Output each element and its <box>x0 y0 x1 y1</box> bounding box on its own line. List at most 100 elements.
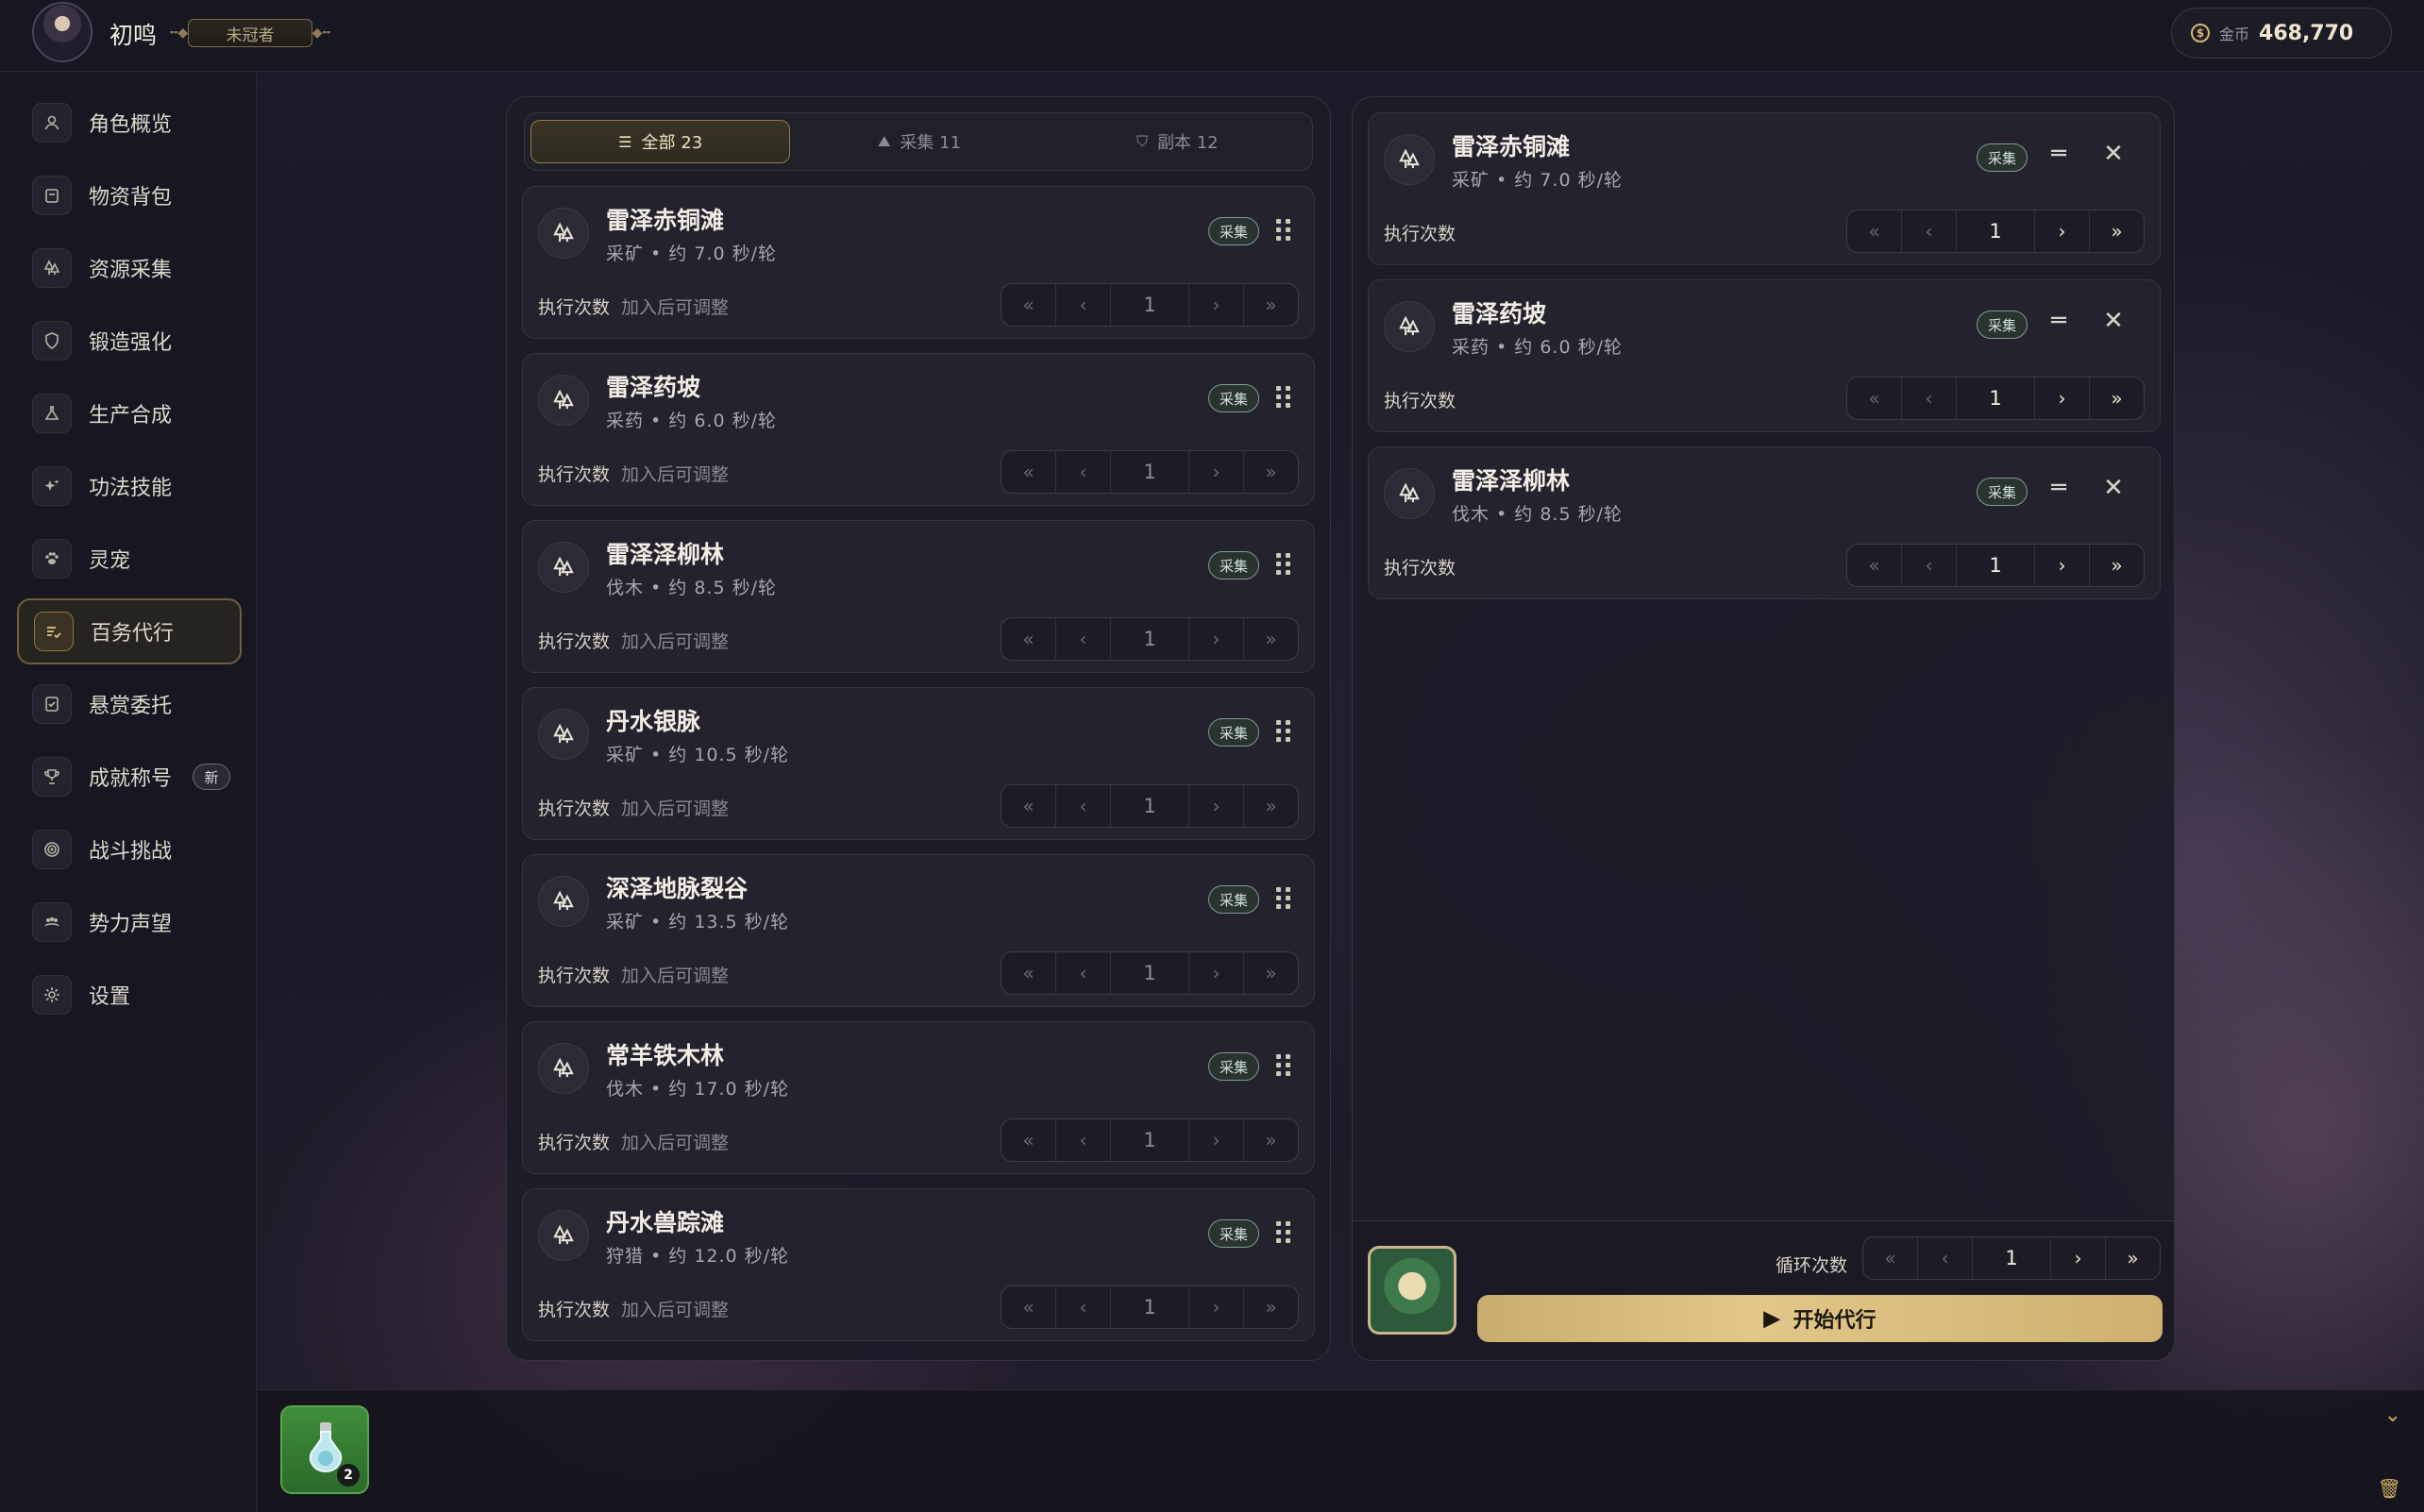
start-agency-button[interactable]: ▶ 开始代行 <box>1477 1295 2163 1342</box>
sidebar-item-battle[interactable]: 战斗挑战 <box>17 816 242 882</box>
close-icon[interactable]: ✕ <box>2099 140 2128 168</box>
player-avatar[interactable] <box>32 2 93 62</box>
increment-button[interactable]: › <box>2034 210 2089 252</box>
increment-button[interactable]: › <box>2034 545 2089 586</box>
drag-handle-icon[interactable] <box>1276 887 1291 910</box>
increment-button[interactable]: › <box>1188 1286 1243 1328</box>
count-value[interactable]: 1 <box>1957 220 2034 243</box>
drag-handle-icon[interactable] <box>1276 1221 1291 1244</box>
increment-button[interactable]: › <box>1188 785 1243 827</box>
count-value[interactable]: 1 <box>1111 294 1188 316</box>
sidebar-item-crafting[interactable]: 生产合成 <box>17 380 242 446</box>
drag-handle-icon[interactable] <box>1276 1054 1291 1077</box>
first-page-button[interactable]: « <box>1863 1237 1918 1279</box>
max-button[interactable]: » <box>1243 451 1298 493</box>
increment-button[interactable]: › <box>2034 378 2089 419</box>
sidebar-item-pets[interactable]: 灵宠 <box>17 526 242 592</box>
first-button[interactable]: « <box>1002 952 1056 994</box>
count-value[interactable]: 1 <box>1957 387 2034 410</box>
sidebar-item-gathering[interactable]: 资源采集 <box>17 235 242 301</box>
sidebar-item-reputation[interactable]: 势力声望 <box>17 889 242 955</box>
first-button[interactable]: « <box>1002 1119 1056 1161</box>
decrement-button[interactable]: ‹ <box>1056 618 1111 660</box>
first-button[interactable]: « <box>1847 378 1902 419</box>
sidebar-item-backpack[interactable]: 物资背包 <box>17 162 242 228</box>
increment-button[interactable]: › <box>1188 1119 1243 1161</box>
max-button[interactable]: » <box>1243 1119 1298 1161</box>
max-button[interactable]: » <box>1243 952 1298 994</box>
first-button[interactable]: « <box>1002 618 1056 660</box>
max-button[interactable]: » <box>1243 284 1298 326</box>
decrement-button[interactable]: ‹ <box>1902 210 1957 252</box>
count-value[interactable]: 1 <box>1111 628 1188 650</box>
pet-avatar[interactable] <box>1368 1246 1456 1335</box>
task-card[interactable]: 雷泽药坡 采药 • 约 6.0 秒/轮 采集 执行次数 加入后可调整 « ‹ 1… <box>522 353 1315 506</box>
increment-button[interactable]: › <box>1188 952 1243 994</box>
max-button[interactable]: » <box>2089 545 2144 586</box>
count-value[interactable]: 1 <box>1111 1129 1188 1151</box>
decrement-button[interactable]: ‹ <box>1056 785 1111 827</box>
drag-handle-icon[interactable] <box>1276 720 1291 743</box>
count-value[interactable]: 1 <box>1111 795 1188 817</box>
first-button[interactable]: « <box>1002 1286 1056 1328</box>
drag-handle-icon[interactable] <box>1276 219 1291 242</box>
sidebar-item-settings[interactable]: 设置 <box>17 962 242 1028</box>
tab-dungeon[interactable]: ⛉ 副本 12 <box>1049 120 1306 163</box>
decrement-button[interactable]: ‹ <box>1056 451 1111 493</box>
count-value[interactable]: 1 <box>1111 1296 1188 1319</box>
decrement-button[interactable]: ‹ <box>1056 1119 1111 1161</box>
task-card[interactable]: 丹水兽踪滩 狩猎 • 约 12.0 秒/轮 采集 执行次数 加入后可调整 « ‹… <box>522 1188 1315 1341</box>
decrement-button[interactable]: ‹ <box>1056 284 1111 326</box>
first-button[interactable]: « <box>1002 451 1056 493</box>
max-button[interactable]: » <box>2089 210 2144 252</box>
title-plaque[interactable]: ╍◆ 未冠者 ◆╍ <box>170 17 330 49</box>
decrement-button[interactable]: ‹ <box>1902 378 1957 419</box>
trash-icon[interactable]: 🗑 <box>2378 1477 2401 1500</box>
drag-handle-icon[interactable] <box>1276 553 1291 576</box>
first-button[interactable]: « <box>1847 545 1902 586</box>
decrement-button[interactable]: ‹ <box>1056 952 1111 994</box>
max-button[interactable]: » <box>2105 1237 2160 1279</box>
task-card[interactable]: 雷泽赤铜滩 采矿 • 约 7.0 秒/轮 采集 执行次数 加入后可调整 « ‹ … <box>522 186 1315 339</box>
count-value[interactable]: 1 <box>1111 461 1188 483</box>
chevron-down-icon[interactable]: ⌄ <box>2384 1403 2401 1427</box>
first-button[interactable]: « <box>1002 785 1056 827</box>
task-card[interactable]: 深泽地脉裂谷 采矿 • 约 13.5 秒/轮 采集 执行次数 加入后可调整 « … <box>522 854 1315 1007</box>
first-button[interactable]: « <box>1002 284 1056 326</box>
queue-card[interactable]: 雷泽泽柳林 伐木 • 约 8.5 秒/轮 采集 ═ ✕ 执行次数 « ‹ 1 ›… <box>1368 446 2161 599</box>
reorder-icon[interactable]: ═ <box>2045 307 2073 335</box>
tab-all[interactable]: ☰ 全部 23 <box>530 120 791 163</box>
sidebar-item-forging[interactable]: 锻造强化 <box>17 308 242 374</box>
decrement-button[interactable]: ‹ <box>1056 1286 1111 1328</box>
task-card[interactable]: 常羊铁木林 伐木 • 约 17.0 秒/轮 采集 执行次数 加入后可调整 « ‹… <box>522 1021 1315 1174</box>
count-value[interactable]: 1 <box>1957 554 2034 577</box>
max-button[interactable]: » <box>1243 618 1298 660</box>
task-card[interactable]: 丹水银脉 采矿 • 约 10.5 秒/轮 采集 执行次数 加入后可调整 « ‹ … <box>522 687 1315 840</box>
sidebar-item-agency[interactable]: 百务代行 <box>17 598 242 664</box>
first-button[interactable]: « <box>1847 210 1902 252</box>
count-value[interactable]: 1 <box>1111 962 1188 984</box>
increment-button[interactable]: › <box>1188 451 1243 493</box>
tab-collect[interactable]: ⛰ 采集 11 <box>790 120 1048 163</box>
drag-handle-icon[interactable] <box>1276 386 1291 409</box>
sidebar-item-bounty[interactable]: 悬赏委托 <box>17 671 242 737</box>
sidebar-item-achievements[interactable]: 成就称号 新 <box>17 744 242 810</box>
potion-slot[interactable]: 2 <box>280 1405 369 1494</box>
reorder-icon[interactable]: ═ <box>2045 140 2073 168</box>
max-button[interactable]: » <box>1243 1286 1298 1328</box>
sidebar-item-skills[interactable]: 功法技能 <box>17 453 242 519</box>
increment-button[interactable]: › <box>1188 284 1243 326</box>
increment-button[interactable]: › <box>2050 1237 2105 1279</box>
close-icon[interactable]: ✕ <box>2099 307 2128 335</box>
task-card[interactable]: 雷泽泽柳林 伐木 • 约 8.5 秒/轮 采集 执行次数 加入后可调整 « ‹ … <box>522 520 1315 673</box>
max-button[interactable]: » <box>1243 785 1298 827</box>
loop-count-value[interactable]: 1 <box>1973 1247 2050 1269</box>
decrement-button[interactable]: ‹ <box>1918 1237 1973 1279</box>
close-icon[interactable]: ✕ <box>2099 474 2128 502</box>
sidebar-item-character[interactable]: 角色概览 <box>17 90 242 156</box>
decrement-button[interactable]: ‹ <box>1902 545 1957 586</box>
reorder-icon[interactable]: ═ <box>2045 474 2073 502</box>
queue-card[interactable]: 雷泽赤铜滩 采矿 • 约 7.0 秒/轮 采集 ═ ✕ 执行次数 « ‹ 1 ›… <box>1368 112 2161 265</box>
increment-button[interactable]: › <box>1188 618 1243 660</box>
max-button[interactable]: » <box>2089 378 2144 419</box>
